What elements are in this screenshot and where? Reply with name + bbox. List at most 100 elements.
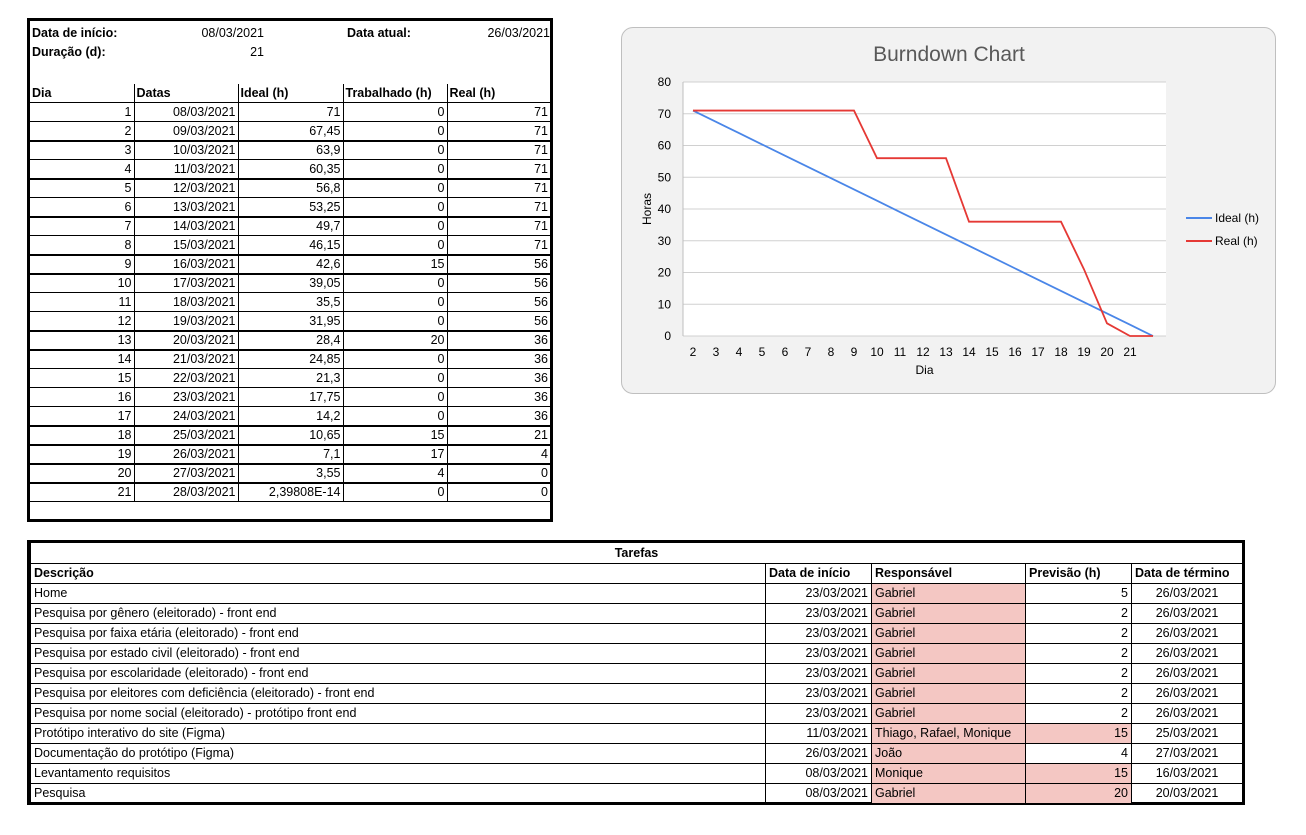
daily-cell[interactable]: 36 [446, 406, 550, 427]
task-start-cell[interactable]: 23/03/2021 [765, 682, 872, 704]
task-desc-cell[interactable]: Home [30, 582, 766, 604]
daily-cell[interactable]: 19 [30, 444, 134, 465]
task-start-cell[interactable]: 23/03/2021 [765, 702, 872, 724]
daily-cell[interactable]: 13 [30, 330, 134, 351]
daily-cell[interactable]: 35,5 [237, 292, 343, 312]
task-hours-cell[interactable]: 4 [1025, 742, 1132, 764]
daily-cell[interactable]: 2,39808E-14 [237, 482, 343, 502]
daily-cell[interactable]: 11 [30, 292, 134, 312]
daily-cell[interactable]: 71 [446, 235, 550, 256]
start-date-value[interactable]: 08/03/2021 [160, 23, 264, 43]
daily-cell[interactable]: 0 [342, 121, 447, 142]
daily-cell[interactable]: 17,75 [237, 387, 343, 407]
daily-cell[interactable]: 21,3 [237, 368, 343, 388]
daily-cell[interactable]: 36 [446, 387, 550, 407]
daily-cell[interactable]: 26/03/2021 [133, 444, 238, 465]
task-hours-cell[interactable]: 2 [1025, 602, 1132, 624]
daily-cell[interactable]: 56 [446, 311, 550, 332]
task-start-cell[interactable]: 23/03/2021 [765, 602, 872, 624]
task-desc-cell[interactable]: Levantamento requisitos [30, 762, 766, 784]
daily-cell[interactable]: 15 [342, 425, 447, 446]
task-end-cell[interactable]: 16/03/2021 [1131, 762, 1243, 784]
daily-cell[interactable]: 10/03/2021 [133, 140, 238, 160]
task-end-cell[interactable]: 26/03/2021 [1131, 582, 1243, 604]
daily-cell[interactable]: 0 [342, 159, 447, 180]
task-start-cell[interactable]: 26/03/2021 [765, 742, 872, 764]
task-hours-cell[interactable]: 15 [1025, 722, 1132, 744]
daily-cell[interactable]: 31,95 [237, 311, 343, 332]
daily-cell[interactable]: 71 [446, 197, 550, 218]
task-desc-cell[interactable]: Pesquisa por faixa etária (eleitorado) -… [30, 622, 766, 644]
task-hours-cell[interactable]: 2 [1025, 642, 1132, 664]
task-end-cell[interactable]: 26/03/2021 [1131, 642, 1243, 664]
daily-cell[interactable]: 23/03/2021 [133, 387, 238, 407]
daily-cell[interactable]: 0 [342, 292, 447, 312]
daily-cell[interactable]: 0 [342, 311, 447, 332]
daily-cell[interactable]: 56 [446, 292, 550, 312]
daily-cell[interactable]: 36 [446, 330, 550, 351]
daily-cell[interactable]: 15 [342, 254, 447, 275]
daily-cell[interactable]: 71 [446, 140, 550, 160]
task-hours-cell[interactable]: 2 [1025, 662, 1132, 684]
task-owner-cell[interactable]: Gabriel [871, 682, 1026, 704]
daily-cell[interactable]: 49,7 [237, 216, 343, 236]
daily-cell[interactable]: 56,8 [237, 178, 343, 198]
daily-cell[interactable]: 4 [446, 444, 550, 465]
task-hours-cell[interactable]: 15 [1025, 762, 1132, 784]
daily-cell[interactable]: 56 [446, 273, 550, 293]
daily-cell[interactable]: 71 [446, 216, 550, 236]
daily-cell[interactable]: 17 [30, 406, 134, 427]
task-desc-cell[interactable]: Pesquisa por estado civil (eleitorado) -… [30, 642, 766, 664]
daily-cell[interactable]: 18/03/2021 [133, 292, 238, 312]
task-desc-cell[interactable]: Pesquisa por nome social (eleitorado) - … [30, 702, 766, 724]
daily-cell[interactable]: 36 [446, 349, 550, 369]
task-end-cell[interactable]: 27/03/2021 [1131, 742, 1243, 764]
daily-cell[interactable]: 56 [446, 254, 550, 275]
daily-cell[interactable]: 0 [446, 482, 550, 502]
daily-cell[interactable]: 0 [342, 349, 447, 369]
duration-value[interactable]: 21 [160, 42, 264, 62]
daily-cell[interactable]: 25/03/2021 [133, 425, 238, 446]
task-start-cell[interactable]: 23/03/2021 [765, 582, 872, 604]
daily-cell[interactable]: 20 [342, 330, 447, 351]
daily-cell[interactable]: 4 [30, 159, 134, 180]
daily-cell[interactable]: 17/03/2021 [133, 273, 238, 293]
daily-cell[interactable]: 7,1 [237, 444, 343, 465]
task-desc-cell[interactable]: Protótipo interativo do site (Figma) [30, 722, 766, 744]
daily-cell[interactable]: 3 [30, 140, 134, 160]
daily-cell[interactable]: 13/03/2021 [133, 197, 238, 218]
task-hours-cell[interactable]: 2 [1025, 682, 1132, 704]
task-desc-cell[interactable]: Documentação do protótipo (Figma) [30, 742, 766, 764]
daily-cell[interactable]: 0 [342, 387, 447, 407]
task-desc-cell[interactable]: Pesquisa por eleitores com deficiência (… [30, 682, 766, 704]
daily-cell[interactable]: 24/03/2021 [133, 406, 238, 427]
daily-cell[interactable]: 14,2 [237, 406, 343, 427]
daily-cell[interactable]: 67,45 [237, 121, 343, 142]
daily-cell[interactable]: 42,6 [237, 254, 343, 275]
daily-cell[interactable]: 71 [446, 121, 550, 142]
daily-cell[interactable]: 0 [342, 216, 447, 236]
daily-cell[interactable]: 24,85 [237, 349, 343, 369]
task-hours-cell[interactable]: 20 [1025, 782, 1132, 804]
task-start-cell[interactable]: 23/03/2021 [765, 622, 872, 644]
legend-label[interactable]: Real (h) [1215, 234, 1258, 248]
task-end-cell[interactable]: 26/03/2021 [1131, 622, 1243, 644]
task-hours-cell[interactable]: 2 [1025, 702, 1132, 724]
daily-cell[interactable]: 0 [342, 368, 447, 388]
daily-cell[interactable]: 21 [446, 425, 550, 446]
task-owner-cell[interactable]: Gabriel [871, 642, 1026, 664]
daily-cell[interactable]: 17 [342, 444, 447, 465]
daily-cell[interactable]: 1 [30, 102, 134, 122]
daily-cell[interactable]: 71 [446, 159, 550, 180]
daily-cell[interactable]: 28,4 [237, 330, 343, 351]
daily-cell[interactable]: 0 [342, 482, 447, 502]
daily-cell[interactable]: 21 [30, 482, 134, 502]
daily-cell[interactable]: 10 [30, 273, 134, 293]
daily-cell[interactable]: 2 [30, 121, 134, 142]
daily-cell[interactable]: 46,15 [237, 235, 343, 256]
task-hours-cell[interactable]: 2 [1025, 622, 1132, 644]
daily-cell[interactable]: 28/03/2021 [133, 482, 238, 502]
task-start-cell[interactable]: 08/03/2021 [765, 782, 872, 804]
daily-cell[interactable]: 53,25 [237, 197, 343, 218]
task-end-cell[interactable]: 26/03/2021 [1131, 662, 1243, 684]
